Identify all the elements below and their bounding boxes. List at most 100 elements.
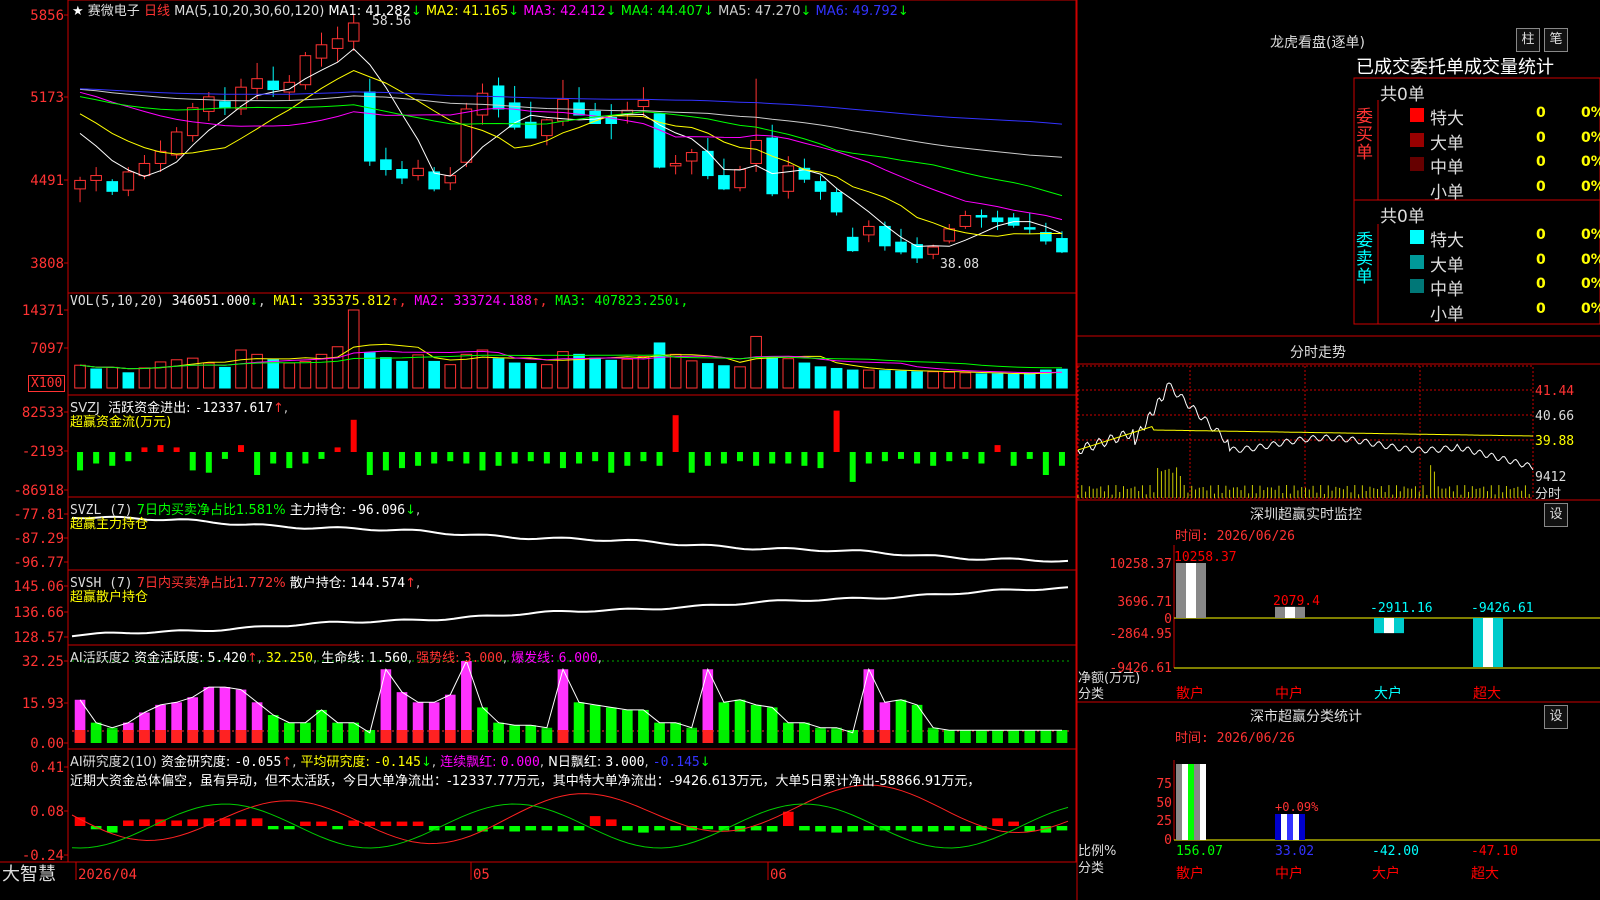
- stock-name: 赛微电子: [87, 4, 140, 19]
- active-base: [943, 730, 955, 743]
- y-tick-label: 32.25: [22, 654, 64, 670]
- monitor-bar: [1473, 618, 1483, 667]
- svzj-bar: [495, 452, 502, 466]
- monitor-y-tick: 10258.37: [1109, 557, 1172, 572]
- y-tick-label: 3808: [30, 256, 64, 272]
- color-swatch: [1410, 181, 1424, 196]
- active-base: [992, 730, 1003, 743]
- svzj-bar: [141, 447, 148, 452]
- active-base: [1056, 730, 1068, 743]
- stats-y-tick: 75: [1156, 777, 1172, 792]
- research-bar: [235, 819, 247, 826]
- y-tick-label: -77.81: [13, 507, 64, 523]
- bar-mode-button[interactable]: 柱: [1516, 28, 1540, 52]
- monitor-bar: [1196, 563, 1206, 618]
- monitor-bar: [1483, 618, 1493, 667]
- stats-settings-button[interactable]: 设: [1544, 705, 1568, 729]
- volume-bar: [170, 359, 183, 389]
- research-bar: [461, 826, 472, 831]
- vol-ma-value-3: MA3: 407823.250: [555, 294, 673, 309]
- ma-lines: [79, 48, 1063, 248]
- monitor-settings-button[interactable]: 设: [1544, 503, 1568, 527]
- candle-body: [1023, 227, 1036, 230]
- monitor-bar: [1176, 563, 1186, 618]
- active-base: [879, 730, 891, 743]
- app-logo: 大智慧: [2, 864, 56, 885]
- pen-mode-button[interactable]: 笔: [1544, 28, 1568, 52]
- volume-bar: [1023, 372, 1036, 389]
- ma-arrow: ↓: [800, 4, 816, 19]
- y-tick-label: 0.41: [30, 760, 64, 776]
- svzl-subtitle: 超赢主力持仓: [70, 517, 149, 532]
- candle-body: [541, 119, 553, 137]
- svzj-bar: [93, 452, 100, 464]
- research-bar: [493, 826, 504, 830]
- y-tick-label: 128.57: [13, 630, 64, 646]
- buy-side-label: 委买单: [1356, 107, 1373, 163]
- active-base: [106, 730, 118, 743]
- stats-title: 深市超赢分类统计: [1250, 709, 1362, 725]
- active-base: [1024, 730, 1036, 743]
- order-count: 0: [1536, 154, 1546, 170]
- ai-active-header: AI活跃度2 资金活跃度: 5.420↑, 32.250, 生命线: 1.560…: [70, 651, 602, 666]
- research-bar: [139, 819, 150, 826]
- volume-bar: [541, 364, 553, 389]
- monitor-bar: [1493, 618, 1503, 667]
- candle-body: [814, 181, 827, 192]
- y-tick-label: 82533: [22, 405, 64, 421]
- order-pct: 0%: [1581, 276, 1600, 292]
- low-label: 38.08: [940, 257, 980, 272]
- order-count: 0: [1536, 300, 1546, 317]
- stats-value: -47.10: [1471, 844, 1518, 859]
- candle-body: [750, 139, 762, 164]
- candle-body: [557, 98, 569, 122]
- sell-side-label: 委卖单: [1356, 231, 1373, 287]
- research-bar: [251, 818, 263, 826]
- candlestick-chart: [74, 15, 1068, 263]
- vol-header: VOL(5,10,20) 346051.000↓, MA1: 335375.81…: [70, 294, 689, 309]
- research-bar: [332, 826, 343, 830]
- svsh-chart: [71, 586, 1069, 638]
- intraday-y-tick: 40.66: [1535, 409, 1574, 424]
- svzj-bar: [704, 452, 711, 466]
- research-bar: [412, 821, 424, 826]
- research-bar: [766, 826, 778, 832]
- volume-bar: [524, 363, 537, 389]
- candle-body: [396, 169, 408, 179]
- ma-line-2: [79, 69, 1062, 237]
- volume-bar: [718, 365, 730, 389]
- star-icon[interactable]: ★: [72, 4, 84, 19]
- volume-bar: [412, 354, 424, 389]
- stats-category: 超大: [1471, 866, 1499, 882]
- research-bar: [782, 811, 794, 826]
- y-tick-label: 14371: [22, 303, 64, 319]
- ma-arrow: ↓: [897, 4, 909, 19]
- candle-body: [830, 192, 843, 213]
- volume-bar: [653, 342, 666, 389]
- dragon-tiger-header: 已成交委托单成交量统计: [1356, 57, 1554, 78]
- candle-body: [138, 162, 151, 177]
- svzj-bar: [511, 452, 518, 464]
- svzj-bar: [543, 452, 550, 464]
- research-bar: [911, 826, 923, 832]
- svzj-bar: [801, 452, 808, 466]
- stats-bar-mid: [1275, 814, 1281, 840]
- research-bar: [187, 819, 199, 826]
- monitor-y-tick: -2864.95: [1109, 627, 1172, 642]
- research-bar: [300, 821, 311, 826]
- color-swatch: [1410, 279, 1424, 293]
- order-row: 中单 0 0%: [1386, 153, 1600, 178]
- candle-body: [895, 241, 907, 253]
- volume-bar: [106, 366, 119, 389]
- svzj-bar: [415, 452, 422, 466]
- candle-body: [943, 228, 956, 242]
- candle-body: [315, 44, 328, 59]
- stats-bar-retail: [1182, 764, 1188, 840]
- research-bar: [831, 826, 842, 833]
- svzj-bar: [914, 452, 921, 464]
- ma-line-1: [79, 48, 1063, 248]
- x-axis-label: 06: [770, 867, 787, 883]
- research-bar: [316, 821, 327, 826]
- candle-body: [862, 225, 875, 236]
- active-base: [638, 730, 649, 743]
